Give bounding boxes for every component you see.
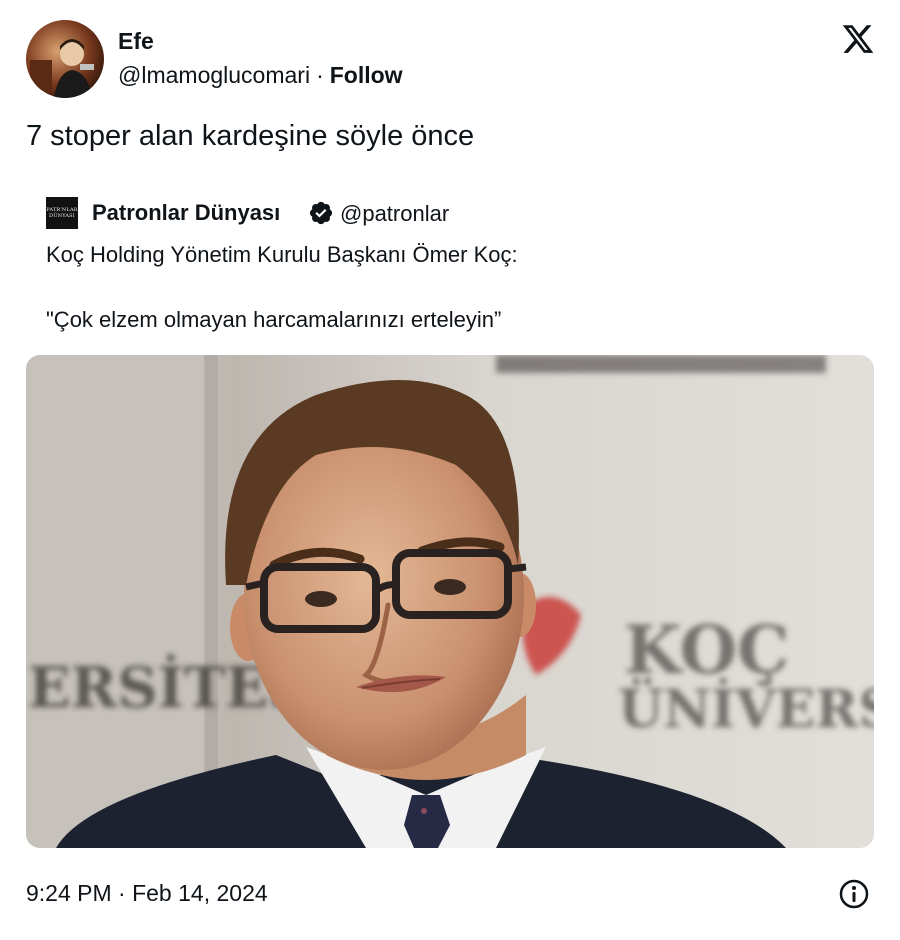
tweet-text: 7 stoper alan kardeşine söyle önce — [26, 120, 475, 152]
tweet-photo[interactable]: ERSİTESİ KOÇ ÜNİVERSİ — [26, 355, 874, 848]
info-icon[interactable] — [838, 878, 870, 910]
quoted-author-handle[interactable]: @patronlar — [340, 201, 449, 227]
backdrop-text-right-2: ÜNİVERSİ — [618, 677, 874, 740]
handle-separator: · — [316, 62, 324, 88]
quoted-author-avatar[interactable]: PATR’NLAR DÜNYASI — [46, 197, 78, 229]
quoted-tweet-header[interactable]: PATR’NLAR DÜNYASI Patronlar Dünyası @pat… — [46, 196, 846, 230]
backdrop-text-right-1: KOÇ — [624, 611, 790, 689]
author-handle[interactable]: @lmamoglucomari — [118, 62, 310, 88]
follow-button[interactable]: Follow — [330, 62, 403, 88]
x-logo-icon[interactable] — [840, 22, 876, 56]
quoted-tweet-line-1: Koç Holding Yönetim Kurulu Başkanı Ömer … — [46, 242, 518, 267]
photo-image: ERSİTESİ KOÇ ÜNİVERSİ — [26, 355, 874, 848]
quoted-tweet-line-2: "Çok elzem olmayan harcamalarınızı ertel… — [46, 307, 502, 332]
tweet-header: Efe @lmamoglucomari · Follow — [26, 20, 876, 100]
author-name[interactable]: Efe — [118, 28, 154, 55]
tweet-timestamp[interactable]: 9:24 PM · Feb 14, 2024 — [26, 880, 268, 907]
quoted-author-name[interactable]: Patronlar Dünyası — [92, 200, 280, 226]
author-avatar[interactable] — [26, 20, 104, 98]
avatar-photo — [26, 20, 104, 98]
verified-badge-icon — [308, 200, 334, 226]
author-handle-line: @lmamoglucomari · Follow — [118, 62, 403, 89]
